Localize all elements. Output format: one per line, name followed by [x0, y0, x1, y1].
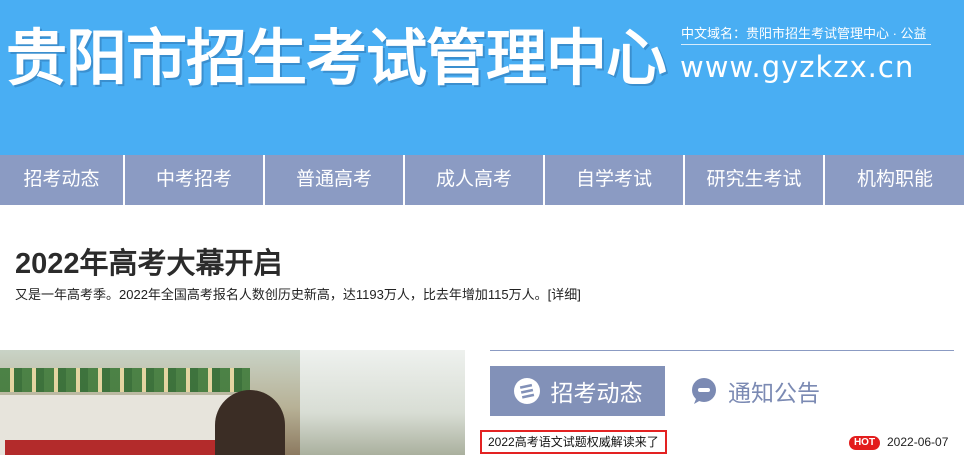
hot-badge: HOT: [849, 436, 880, 450]
photo-person: [215, 390, 285, 455]
nav-item-zixue-kaoshi[interactable]: 自学考试: [545, 155, 685, 205]
headline-summary: 又是一年高考季。2022年全国高考报名人数创历史新高，达1193万人，比去年增加…: [15, 284, 581, 303]
news-icon: [513, 378, 540, 404]
site-url-text: www.gyzkzx.cn: [680, 50, 915, 84]
tab-label: 招考动态: [550, 380, 643, 406]
summary-text: 又是一年高考季。2022年全国高考报名人数创历史新高，达1193万人，比去年增加…: [15, 287, 548, 302]
nav-item-putong-gaokao[interactable]: 普通高考: [265, 155, 405, 205]
news-date: 2022-06-07: [887, 435, 949, 449]
nav-item-zhaokao-dongtai[interactable]: 招考动态: [0, 155, 125, 205]
feature-photo[interactable]: [0, 350, 465, 455]
site-banner: 贵阳市招生考试管理中心 中文域名：贵阳市招生考试管理中心 · 公益 www.gy…: [0, 0, 964, 155]
tab-tongzhi-gonggao[interactable]: 通知公告: [690, 366, 850, 416]
tab-label: 通知公告: [728, 380, 820, 406]
detail-link[interactable]: [详细]: [548, 287, 581, 302]
nav-item-jigou-zhineng[interactable]: 机构职能: [825, 155, 964, 205]
chat-bubble-icon: [692, 378, 716, 404]
main-nav: 招考动态 中考招考 普通高考 成人高考 自学考试 研究生考试 机构职能: [0, 155, 964, 205]
banner-divider: [681, 44, 931, 45]
chinese-domain-text: 中文域名：贵阳市招生考试管理中心 · 公益: [681, 26, 927, 41]
headline-title[interactable]: 2022年高考大幕开启: [15, 240, 283, 282]
nav-item-yanjiusheng[interactable]: 研究生考试: [685, 155, 825, 205]
nav-item-chengren-gaokao[interactable]: 成人高考: [405, 155, 545, 205]
news-item-link[interactable]: 2022高考语文试题权威解读来了: [480, 430, 667, 454]
section-rule: [490, 350, 954, 351]
site-title: 贵阳市招生考试管理中心: [6, 23, 667, 94]
photo-window: [300, 350, 465, 455]
tab-zhaokao-dongtai[interactable]: 招考动态: [490, 366, 665, 416]
nav-item-zhongkao[interactable]: 中考招考: [125, 155, 265, 205]
photo-garland: [0, 368, 250, 392]
photo-banner-red: [5, 440, 245, 455]
